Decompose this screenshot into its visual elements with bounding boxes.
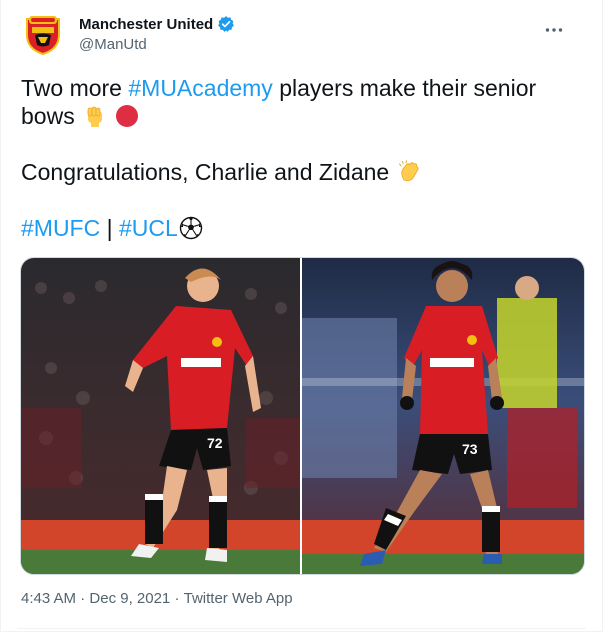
tweet-line-4: #MUFC | #UCL xyxy=(21,214,581,242)
meta-separator: · xyxy=(76,590,90,607)
raised-fist-emoji-icon xyxy=(87,106,103,127)
tweet-media-grid: 72 73 xyxy=(20,257,585,575)
display-name[interactable]: Manchester United xyxy=(79,16,213,33)
tweet-date-link[interactable]: Dec 9, 2021 xyxy=(89,590,170,607)
account-handle[interactable]: @ManUtd xyxy=(79,36,235,53)
avatar[interactable] xyxy=(21,12,65,56)
soccer-ball-emoji-icon xyxy=(179,216,203,240)
name-row: Manchester United xyxy=(79,15,235,33)
account-names: Manchester United @ManUtd xyxy=(79,12,235,53)
red-circle-emoji-icon xyxy=(116,105,139,127)
tweet-line1-rest: players make their senior xyxy=(272,75,537,101)
tweet-time-link[interactable]: 4:43 AM xyxy=(21,590,76,607)
shirt-number: 72 xyxy=(207,435,223,451)
tweet-card: Manchester United @ManUtd Two more #MUAc… xyxy=(0,0,603,632)
clapping-hands-emoji-icon xyxy=(398,160,419,182)
hashtag-mufc-link[interactable]: #MUFC xyxy=(21,215,100,241)
hashtag-separator: | xyxy=(100,215,119,241)
text-spacer xyxy=(21,186,581,214)
tweet-header: Manchester United @ManUtd xyxy=(21,12,586,60)
text-spacer xyxy=(21,130,581,158)
more-options-icon[interactable] xyxy=(544,20,564,40)
hashtag-ucl-link[interactable]: #UCL xyxy=(119,215,178,241)
tweet-source-link[interactable]: Twitter Web App xyxy=(184,590,293,607)
verified-badge-icon xyxy=(218,16,235,32)
tweet-line3-text: Congratulations, Charlie and Zidane xyxy=(21,159,390,185)
tweet-line2-text: bows xyxy=(21,103,75,129)
tweet-line-1: Two more #MUAcademy players make their s… xyxy=(21,74,581,102)
tweet-line1-plain: Two more xyxy=(21,75,129,101)
hashtag-muacademy-link[interactable]: #MUAcademy xyxy=(128,75,272,101)
tweet-line-2: bows xyxy=(21,102,581,130)
divider xyxy=(17,628,586,629)
tweet-line-3: Congratulations, Charlie and Zidane xyxy=(21,158,581,186)
photo-zidane[interactable]: 73 xyxy=(302,258,584,574)
man-utd-crest-icon xyxy=(26,16,60,55)
tweet-text: Two more #MUAcademy players make their s… xyxy=(21,74,581,242)
meta-separator: · xyxy=(170,590,184,607)
photo-charlie[interactable]: 72 xyxy=(21,258,302,574)
tweet-metadata: 4:43 AM · Dec 9, 2021 · Twitter Web App xyxy=(21,590,293,607)
shirt-number: 73 xyxy=(462,441,478,457)
